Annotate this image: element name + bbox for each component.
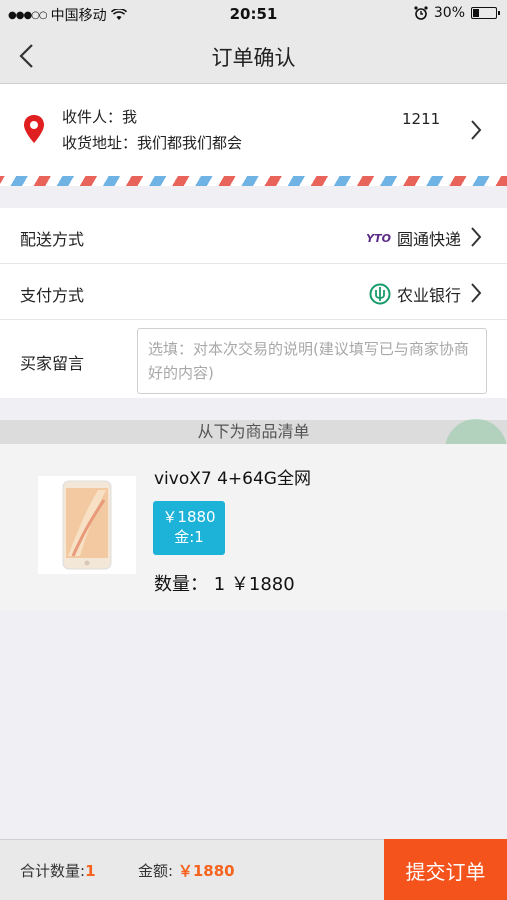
total-amount: 金额: ￥1880 <box>138 860 235 881</box>
chevron-right-icon <box>471 227 482 247</box>
price-badge-price: ￥1880 <box>162 508 216 526</box>
location-pin-icon <box>24 115 44 143</box>
order-options: 配送方式 YTO 圆通快递 支付方式 农业银行 买家留言 <box>0 208 507 398</box>
payment-method-row[interactable]: 支付方式 农业银行 <box>0 264 507 320</box>
buyer-message-row: 买家留言 <box>0 320 507 398</box>
shipping-carrier: 圆通快递 <box>396 230 461 249</box>
recipient-name: 收件人：我 <box>62 108 138 126</box>
product-item[interactable]: vivoX7 4+64G全网 ￥1880 金:1 数量： 1 ￥1880 <box>0 444 507 610</box>
chevron-right-icon <box>471 283 482 303</box>
shipping-address: 收货地址：我们都我们都会 <box>62 134 243 152</box>
alarm-icon <box>414 6 428 20</box>
price-badge: ￥1880 金:1 <box>153 501 225 555</box>
status-right: 30% <box>414 5 500 21</box>
shipping-label: 配送方式 <box>20 230 85 249</box>
product-quantity: 数量： 1 ￥1880 <box>154 574 295 595</box>
battery-fill <box>473 9 479 17</box>
airmail-divider <box>0 176 507 186</box>
yto-logo-icon: YTO <box>366 231 391 245</box>
shipping-value: YTO 圆通快递 <box>366 226 461 250</box>
status-bar: ●●●○○ 中国移动 20:51 30% <box>0 0 507 28</box>
bank-logo-icon <box>369 283 391 305</box>
total-count: 合计数量:1 <box>20 860 96 881</box>
recipient-phone: 1211 <box>402 110 441 128</box>
battery-percent: 30% <box>433 5 465 21</box>
product-name: vivoX7 4+64G全网 <box>154 469 311 489</box>
payment-bank: 农业银行 <box>396 286 461 305</box>
chevron-right-icon <box>471 120 482 140</box>
total-amount-label: 金额: <box>138 862 174 880</box>
total-count-label: 合计数量: <box>20 862 86 880</box>
total-amount-value: ￥1880 <box>177 862 235 880</box>
nav-bar: 订单确认 <box>0 28 507 84</box>
address-card[interactable]: 收件人：我 收货地址：我们都我们都会 1211 <box>0 84 507 176</box>
buyer-message-input[interactable] <box>137 328 487 394</box>
price-badge-gold: 金:1 <box>174 528 204 546</box>
shipping-method-row[interactable]: 配送方式 YTO 圆通快递 <box>0 208 507 264</box>
checkout-bar: 合计数量:1 金额: ￥1880 提交订单 <box>0 839 507 900</box>
goods-list-header: 从下为商品清单 <box>0 420 507 444</box>
page-title: 订单确认 <box>211 46 296 70</box>
submit-order-button[interactable]: 提交订单 <box>384 839 507 900</box>
total-count-value: 1 <box>85 862 96 880</box>
payment-value: 农业银行 <box>369 282 461 306</box>
battery-icon <box>471 7 500 19</box>
message-label: 买家留言 <box>20 354 85 373</box>
product-image <box>38 476 136 574</box>
payment-label: 支付方式 <box>20 286 85 305</box>
